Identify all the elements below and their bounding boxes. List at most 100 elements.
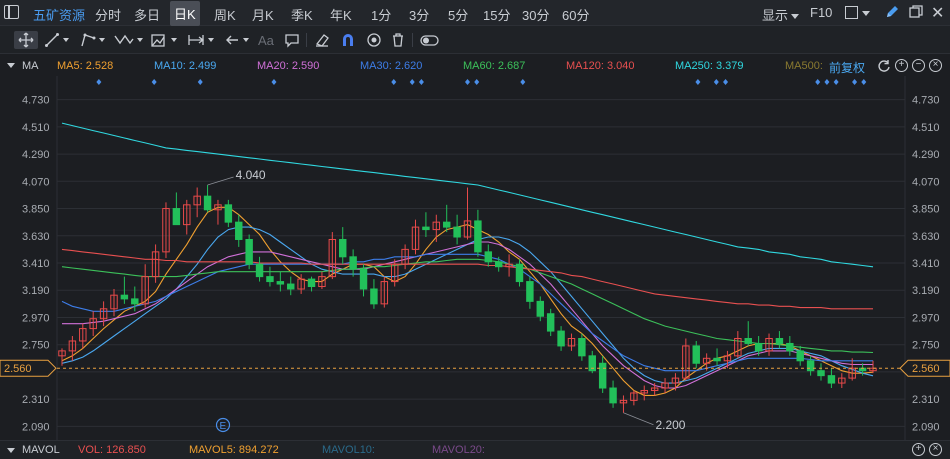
- chevron-down-icon[interactable]: [862, 11, 870, 16]
- flag-markers: [96, 79, 867, 85]
- candle-down: [786, 336, 794, 356]
- toggle-icon[interactable]: [420, 31, 440, 49]
- candle-body: [754, 342, 763, 352]
- flag-marker: [520, 79, 526, 85]
- display-dropdown[interactable]: 显示: [762, 5, 800, 24]
- indicator-name[interactable]: MA: [22, 60, 39, 72]
- candle-body: [796, 350, 804, 362]
- volume-indicator-header: MAVOL VOL: 126.850 MAVOL5: 894.272 MAVOL…: [0, 440, 950, 459]
- chevron-down-icon[interactable]: [7, 448, 15, 453]
- candle-body: [515, 263, 524, 283]
- event-marker-label: E: [220, 421, 227, 432]
- candle-down: [453, 214, 461, 245]
- flag-marker: [713, 79, 719, 85]
- mavol20-value: MAVOL20:: [432, 444, 485, 456]
- candle-body: [817, 370, 825, 377]
- trash-icon[interactable]: [390, 31, 406, 49]
- moving-average-lines: [61, 122, 874, 396]
- min-leader: [623, 412, 654, 426]
- candle-body: [474, 220, 482, 253]
- candle-body: [120, 294, 129, 300]
- period-tab[interactable]: 60分: [562, 5, 589, 24]
- ma120-value: MA120: 3.040: [566, 60, 635, 72]
- candle-down: [172, 192, 181, 226]
- period-tab[interactable]: 3分: [409, 5, 429, 24]
- period-tab[interactable]: 分时: [95, 5, 121, 24]
- candlestick-chart[interactable]: 4.730 4.510 4.290 4.070 3.850 3.630 3.410 3.190…: [0, 76, 950, 440]
- add-indicator-icon[interactable]: +: [895, 59, 908, 72]
- candle-up: [432, 214, 441, 242]
- period-tab[interactable]: 1分: [371, 5, 391, 24]
- period-tab[interactable]: 年K: [330, 5, 352, 24]
- restore-window-icon[interactable]: [909, 5, 923, 19]
- candle-up: [141, 264, 149, 308]
- period-tab[interactable]: 30分: [522, 5, 549, 24]
- candle-down: [775, 331, 784, 349]
- mavol10-value: MAVOL10:: [322, 444, 375, 456]
- y-tick-label: 2.090: [22, 421, 50, 433]
- y-tick-label: 4.070: [912, 176, 940, 188]
- close-indicator-icon[interactable]: ×: [929, 59, 942, 72]
- display-label: 显示: [762, 8, 789, 23]
- back-arrow-icon[interactable]: [224, 31, 249, 49]
- magnet-icon[interactable]: [340, 31, 356, 49]
- window-icon[interactable]: [4, 5, 19, 19]
- candle-down: [339, 227, 347, 265]
- measure-tool-icon[interactable]: [150, 31, 177, 49]
- candle-body: [578, 338, 586, 357]
- period-tab[interactable]: 周K: [214, 5, 236, 24]
- candle-down: [546, 308, 555, 337]
- flag-marker: [852, 79, 858, 85]
- candle-up: [214, 199, 222, 225]
- volume-indicator-name[interactable]: MAVOL: [22, 444, 60, 456]
- reset-icon[interactable]: [878, 59, 891, 72]
- comment-icon[interactable]: [284, 31, 300, 49]
- candle-down: [287, 276, 295, 296]
- event-marker-icon[interactable]: E: [215, 417, 231, 433]
- pen-icon[interactable]: [884, 4, 900, 23]
- chevron-down-icon[interactable]: [7, 63, 15, 68]
- polyline-tool-icon[interactable]: [80, 31, 105, 49]
- text-tool-icon[interactable]: Aa: [258, 31, 274, 49]
- flag-marker: [861, 79, 867, 85]
- period-tab[interactable]: 季K: [291, 5, 313, 24]
- y-tick-label: 3.850: [22, 204, 50, 216]
- candle-down: [588, 350, 596, 374]
- separator: [412, 33, 413, 47]
- candle-down: [370, 279, 378, 309]
- period-tab[interactable]: 15分: [483, 5, 510, 24]
- period-tab[interactable]: 多日: [134, 5, 160, 24]
- flag-marker: [465, 79, 470, 85]
- crosshair-move-icon[interactable]: [14, 31, 38, 49]
- close-volume-indicator-icon[interactable]: ×: [929, 443, 942, 456]
- flag-marker: [391, 79, 397, 85]
- flag-marker: [474, 79, 480, 85]
- add-volume-indicator-icon[interactable]: +: [912, 443, 925, 456]
- stock-name[interactable]: 五矿资源: [33, 5, 85, 24]
- close-icon[interactable]: ✕: [931, 3, 944, 23]
- remove-indicator-icon[interactable]: −: [912, 59, 925, 72]
- y-tick-label: 3.410: [22, 258, 50, 270]
- period-tab[interactable]: 5分: [448, 5, 468, 24]
- flag-marker: [815, 79, 821, 85]
- layout-square-icon[interactable]: [845, 6, 858, 19]
- line-tool-icon[interactable]: [44, 31, 69, 49]
- adjust-mode-button[interactable]: 前复权: [829, 59, 865, 76]
- ma10-line: [61, 226, 874, 384]
- candle-up: [630, 390, 638, 406]
- eraser-icon[interactable]: [314, 31, 330, 49]
- f10-button[interactable]: F10: [810, 5, 832, 20]
- period-tab-active[interactable]: 日K: [170, 1, 200, 26]
- eye-icon[interactable]: [366, 31, 382, 49]
- zigzag-tool-icon[interactable]: [114, 31, 143, 49]
- candle-down: [474, 209, 482, 257]
- candle-body: [453, 226, 461, 238]
- candle-body: [131, 298, 139, 305]
- period-tab[interactable]: 月K: [252, 5, 274, 24]
- ma20-value: MA20: 2.590: [257, 60, 320, 72]
- candle-down: [609, 380, 617, 408]
- y-tick-label: 2.970: [912, 312, 940, 324]
- candle-up: [380, 276, 389, 308]
- range-tool-icon[interactable]: [187, 31, 214, 49]
- y-tick-label: 2.750: [22, 340, 50, 352]
